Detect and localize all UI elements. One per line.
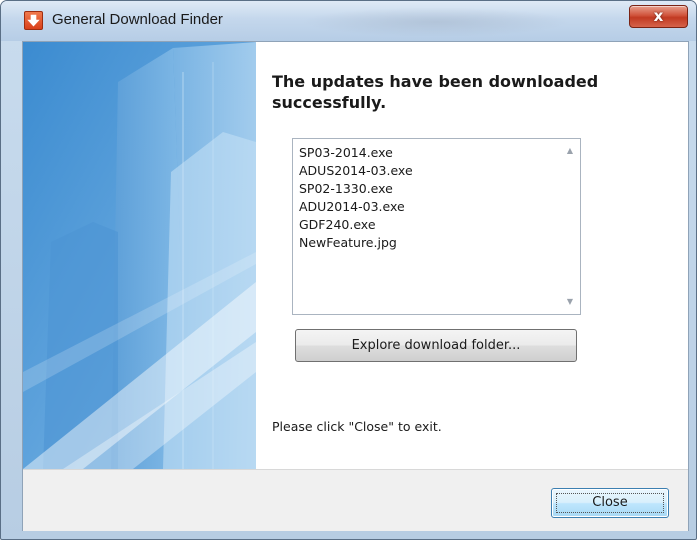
title-bar-reflection — [301, 7, 571, 37]
side-banner-image — [23, 42, 256, 469]
list-item[interactable]: ADU2014-03.exe — [299, 198, 580, 216]
dialog-footer: Close — [23, 469, 688, 531]
explore-download-folder-button[interactable]: Explore download folder... — [295, 329, 577, 362]
download-arrow-icon — [24, 11, 43, 30]
content-panel: The updates have been downloaded success… — [256, 42, 688, 469]
exit-instruction: Please click "Close" to exit. — [272, 419, 442, 434]
title-bar[interactable]: General Download Finder x — [1, 1, 696, 41]
list-item[interactable]: ADUS2014-03.exe — [299, 162, 580, 180]
close-button[interactable]: Close — [551, 488, 669, 518]
status-heading: The updates have been downloaded success… — [272, 72, 599, 112]
dialog-window: General Download Finder x The updates ha… — [0, 0, 697, 540]
window-close-button[interactable]: x — [629, 5, 688, 28]
downloaded-files-list[interactable]: SP03-2014.exe ADUS2014-03.exe SP02-1330.… — [292, 138, 581, 315]
scroll-up-arrow-icon[interactable]: ▲ — [564, 146, 576, 156]
list-item[interactable]: NewFeature.jpg — [299, 234, 580, 252]
list-item[interactable]: SP02-1330.exe — [299, 180, 580, 198]
scroll-down-arrow-icon[interactable]: ▼ — [564, 297, 576, 307]
dialog-client-area: The updates have been downloaded success… — [22, 41, 689, 531]
list-item[interactable]: GDF240.exe — [299, 216, 580, 234]
close-icon: x — [653, 7, 664, 25]
list-item[interactable]: SP03-2014.exe — [299, 144, 580, 162]
focus-rectangle — [556, 493, 664, 513]
window-title: General Download Finder — [52, 11, 223, 28]
